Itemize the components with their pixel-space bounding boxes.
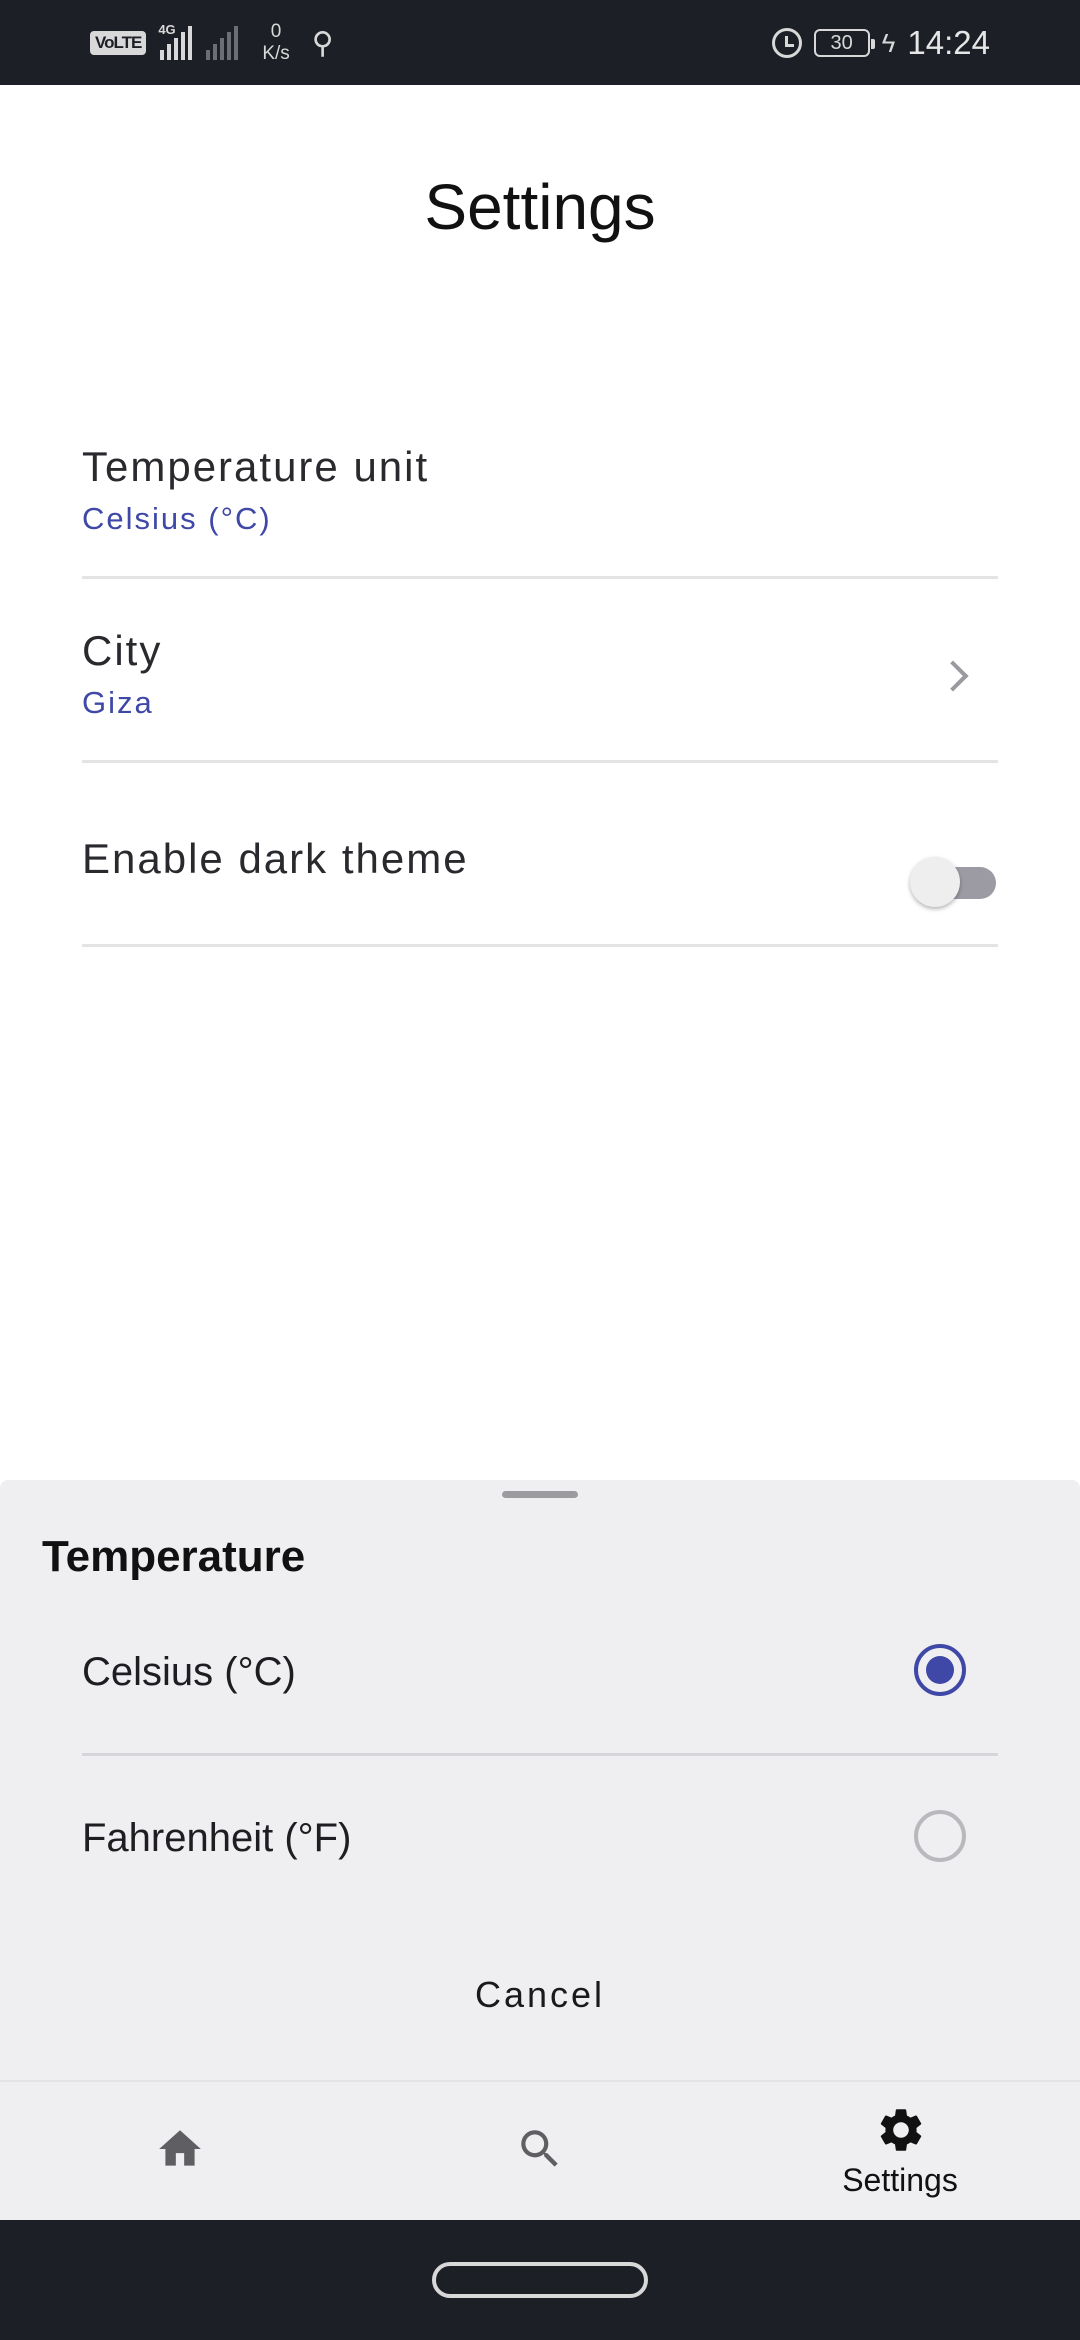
chevron-right-icon xyxy=(937,660,969,692)
network-speed: 0 K/s xyxy=(262,21,289,65)
charging-icon: ϟ xyxy=(881,27,896,58)
setting-city[interactable]: City Giza xyxy=(82,579,998,763)
setting-dark-theme[interactable]: Enable dark theme xyxy=(82,763,998,947)
search-icon xyxy=(521,2130,558,2167)
option-label: Celsius (°C) xyxy=(82,1650,296,1694)
nav-item-settings[interactable]: Settings xyxy=(720,2082,1080,2222)
cancel-button[interactable]: Cancel xyxy=(390,1960,690,2030)
usb-icon: ⚲ xyxy=(311,26,334,60)
settings-list: Temperature unit Celsius (°C) City Giza … xyxy=(82,395,998,947)
sheet-title: Temperature xyxy=(42,1532,306,1581)
option-fahrenheit[interactable]: Fahrenheit (°F) xyxy=(82,1756,998,1922)
temperature-bottom-sheet: Temperature Celsius (°C) Fahrenheit (°F)… xyxy=(0,1480,1080,2080)
signal-icon: 4G xyxy=(158,22,193,60)
status-bar: VoLTE 4G 0 K/s ⚲ 30 ϟ 14:24 xyxy=(0,0,1080,85)
setting-value: Celsius (°C) xyxy=(82,501,272,536)
nav-label-settings: Settings xyxy=(842,2162,958,2198)
page-title: Settings xyxy=(424,171,656,243)
setting-temperature-unit[interactable]: Temperature unit Celsius (°C) xyxy=(82,395,998,579)
sheet-drag-handle[interactable] xyxy=(502,1491,578,1498)
setting-title: Enable dark theme xyxy=(82,835,469,882)
alarm-icon xyxy=(771,28,802,58)
volte-badge: VoLTE xyxy=(90,31,147,55)
nav-item-home[interactable] xyxy=(0,2082,360,2222)
network-speed-value: 0 xyxy=(270,21,282,42)
radio-dot xyxy=(926,1656,954,1684)
system-nav-bar xyxy=(0,2220,1080,2340)
option-celsius[interactable]: Celsius (°C) xyxy=(82,1590,998,1756)
network-speed-unit: K/s xyxy=(262,43,290,64)
battery-icon: 30 xyxy=(813,29,875,57)
status-right: 30 ϟ 14:24 xyxy=(771,18,990,68)
dark-theme-toggle[interactable] xyxy=(910,855,996,907)
option-label: Fahrenheit (°F) xyxy=(82,1816,352,1860)
network-type: 4G xyxy=(158,22,176,37)
bottom-nav: Settings xyxy=(0,2080,1080,2220)
setting-title: City xyxy=(82,627,163,674)
status-left: VoLTE 4G 0 K/s ⚲ xyxy=(90,18,334,68)
signal-no-service-icon xyxy=(206,26,239,60)
toggle-thumb xyxy=(910,857,960,907)
home-gesture-pill[interactable] xyxy=(432,2262,648,2298)
home-icon xyxy=(159,2130,201,2166)
screen: VoLTE 4G 0 K/s ⚲ 30 ϟ 14:24 Settings Tem… xyxy=(0,0,1080,2340)
setting-title: Temperature unit xyxy=(82,443,430,490)
radio-unselected-icon[interactable] xyxy=(914,1810,966,1862)
setting-value: Giza xyxy=(82,685,154,720)
settings-icon xyxy=(880,2109,922,2151)
nav-item-search[interactable] xyxy=(360,2082,720,2222)
status-time: 14:24 xyxy=(907,24,990,61)
radio-selected-icon[interactable] xyxy=(914,1644,966,1696)
